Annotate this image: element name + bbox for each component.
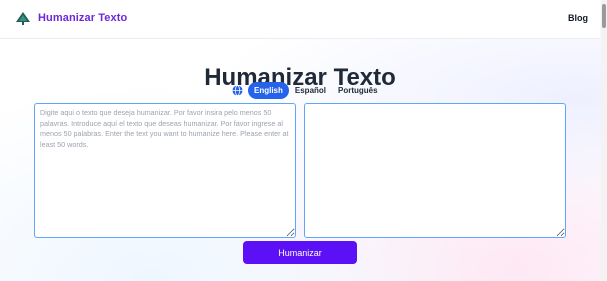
brand-name[interactable]: Humanizar Texto [38,12,127,24]
language-option-english[interactable]: English [248,82,289,99]
language-selector: English Español Português [232,81,384,100]
globe-icon [232,85,243,96]
nav-blog-link[interactable]: Blog [568,13,588,23]
humanize-button[interactable]: Humanizar [243,241,357,264]
tree-logo-icon[interactable] [15,11,31,27]
language-option-spanish[interactable]: Español [289,82,332,99]
top-navbar: Humanizar Texto Blog [0,0,600,39]
output-text-area[interactable] [304,103,566,238]
input-text-area[interactable] [34,103,296,238]
scrollbar-thumb[interactable] [602,4,606,28]
page-scrollbar[interactable] [601,0,607,281]
language-option-portuguese[interactable]: Português [332,82,384,99]
